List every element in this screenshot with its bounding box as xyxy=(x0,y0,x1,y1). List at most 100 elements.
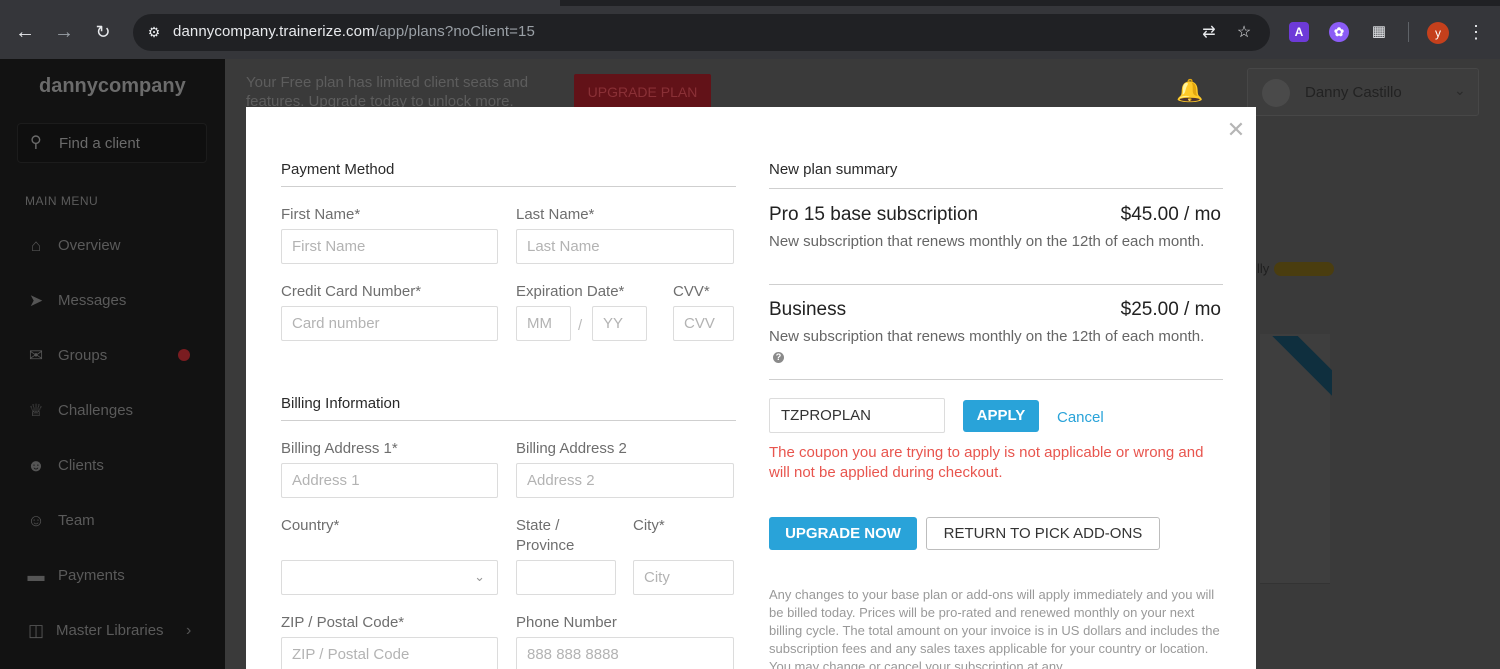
country-select[interactable]: ⌄ xyxy=(281,560,498,595)
address1-label: Billing Address 1* xyxy=(281,440,398,457)
plan-summary-title: New plan summary xyxy=(769,161,898,178)
return-to-add-ons-button[interactable]: RETURN TO PICK ADD-ONS xyxy=(926,517,1160,550)
state-field[interactable] xyxy=(516,560,616,595)
free-plan-banner: Your Free plan has limited client seats … xyxy=(246,74,529,110)
chevron-down-icon: ⌄ xyxy=(1454,82,1466,98)
user-menu[interactable]: Danny Castillo ⌄ xyxy=(1247,68,1479,116)
sidebar-item-label: Challenges xyxy=(58,402,134,419)
info-icon[interactable]: ? xyxy=(773,352,784,363)
active-tab[interactable] xyxy=(0,0,560,6)
avatar xyxy=(1262,79,1290,107)
trophy-icon: ♕ xyxy=(28,401,44,420)
section-divider xyxy=(281,420,736,421)
bell-icon[interactable]: 🔔 xyxy=(1176,78,1203,104)
summary-item-description-text: New subscription that renews monthly on … xyxy=(769,328,1205,345)
coupon-error-message: The coupon you are trying to apply is no… xyxy=(769,444,1204,481)
sidebar-item-clients[interactable]: ☻ Clients xyxy=(25,454,205,478)
first-name-field[interactable]: First Name xyxy=(281,229,498,264)
zip-field[interactable]: ZIP / Postal Code xyxy=(281,637,498,669)
sidebar-item-label: Overview xyxy=(58,237,121,254)
sidebar-item-messages[interactable]: ➤ Messages xyxy=(25,289,205,313)
chat-icon: ✉ xyxy=(28,346,44,365)
chevron-down-icon: ⌄ xyxy=(474,569,485,584)
sidebar-item-team[interactable]: ☺ Team xyxy=(25,509,205,533)
url-path: /app/plans?noClient=15 xyxy=(374,23,535,40)
apply-coupon-button[interactable]: APPLY xyxy=(963,400,1039,432)
phone-placeholder: 888 888 8888 xyxy=(527,646,619,663)
summary-item-name: Pro 15 base subscription xyxy=(769,204,979,225)
expiration-year-placeholder: YY xyxy=(603,315,624,332)
city-label: City* xyxy=(633,517,665,534)
profile-avatar[interactable]: y xyxy=(1427,22,1449,44)
sidebar-item-label: Clients xyxy=(58,457,104,474)
expiration-month-placeholder: MM xyxy=(527,315,552,332)
summary-item-price: $45.00 / mo xyxy=(1120,204,1221,225)
card-icon: ▬ xyxy=(27,566,45,585)
address-bar[interactable]: ⚙ dannycompany.trainerize.com/app/plans?… xyxy=(133,14,1270,51)
country-label: Country* xyxy=(281,517,340,534)
user-name: Danny Castillo xyxy=(1305,84,1402,101)
payment-method-title: Payment Method xyxy=(281,161,395,178)
browser-toolbar: ← → ↻ ⚙ dannycompany.trainerize.com/app/… xyxy=(0,0,1500,64)
last-name-field[interactable]: Last Name xyxy=(516,229,734,264)
last-name-label: Last Name* xyxy=(516,206,595,223)
cvv-field[interactable]: CVV xyxy=(673,306,734,341)
card-number-label: Credit Card Number* xyxy=(281,283,422,300)
phone-label: Phone Number xyxy=(516,614,617,631)
phone-field[interactable]: 888 888 8888 xyxy=(516,637,734,669)
site-info-icon[interactable]: ⚙ xyxy=(145,23,163,41)
person-icon: ☺ xyxy=(27,511,45,530)
find-client-search[interactable]: ⚲ Find a client xyxy=(17,123,207,163)
sidebar-item-challenges[interactable]: ♕ Challenges xyxy=(25,399,205,423)
zip-label: ZIP / Postal Code* xyxy=(281,614,405,631)
translate-icon[interactable]: ⇄ xyxy=(1199,23,1219,43)
section-divider xyxy=(769,284,1223,285)
sidebar-item-master-libraries[interactable]: ◫ Master Libraries xyxy=(25,619,205,643)
sidebar-item-payments[interactable]: ▬ Payments xyxy=(25,564,205,588)
main-menu-label: MAIN MENU xyxy=(25,194,99,208)
extensions-puzzle-icon[interactable]: ▦ xyxy=(1369,22,1389,42)
upgrade-plan-button[interactable]: UPGRADE PLAN xyxy=(574,74,711,110)
expiration-month-field[interactable]: MM xyxy=(516,306,571,341)
forward-icon[interactable]: → xyxy=(51,19,77,45)
chevron-right-icon[interactable]: › xyxy=(186,622,191,640)
background-text-fragment: lly xyxy=(1257,261,1270,276)
back-icon[interactable]: ← xyxy=(12,19,38,45)
reload-icon[interactable]: ↻ xyxy=(90,19,116,45)
section-divider xyxy=(769,379,1223,380)
url-text[interactable]: dannycompany.trainerize.com/app/plans?no… xyxy=(173,23,535,40)
summary-item-description: New subscription that renews monthly on … xyxy=(769,327,1209,367)
first-name-placeholder: First Name xyxy=(292,238,366,255)
extension-a-icon[interactable]: A xyxy=(1289,22,1309,42)
expiration-year-field[interactable]: YY xyxy=(592,306,647,341)
cvv-label: CVV* xyxy=(673,283,710,300)
section-divider xyxy=(281,186,736,187)
close-icon[interactable]: ✕ xyxy=(1225,119,1247,141)
summary-item-description: New subscription that renews monthly on … xyxy=(769,233,1205,250)
send-icon: ➤ xyxy=(28,291,44,310)
find-client-placeholder: Find a client xyxy=(59,135,140,152)
summary-item-name: Business xyxy=(769,299,847,320)
address2-placeholder: Address 2 xyxy=(527,472,595,489)
groups-notification-dot xyxy=(178,349,190,361)
brand-logo[interactable]: dannycompany xyxy=(39,75,186,98)
search-icon: ⚲ xyxy=(30,134,42,151)
bookmark-star-icon[interactable]: ☆ xyxy=(1234,23,1254,43)
upgrade-now-button[interactable]: UPGRADE NOW xyxy=(769,517,917,550)
coupon-field[interactable]: TZPROPLAN xyxy=(769,398,945,433)
extension-swirl-icon[interactable]: ✿ xyxy=(1329,22,1349,42)
card-number-field[interactable]: Card number xyxy=(281,306,498,341)
address1-field[interactable]: Address 1 xyxy=(281,463,498,498)
city-field[interactable]: City xyxy=(633,560,734,595)
best-value-ribbon xyxy=(1262,336,1332,396)
home-icon: ⌂ xyxy=(30,236,42,255)
save-badge xyxy=(1274,262,1334,276)
browser-menu-icon[interactable]: ⋮ xyxy=(1466,20,1486,44)
sidebar-item-overview[interactable]: ⌂ Overview xyxy=(25,234,205,258)
address2-field[interactable]: Address 2 xyxy=(516,463,734,498)
users-icon: ☻ xyxy=(27,456,45,475)
city-placeholder: City xyxy=(644,569,670,586)
cvv-placeholder: CVV xyxy=(684,315,715,332)
summary-item-price: $25.00 / mo xyxy=(1120,299,1221,320)
cancel-coupon-link[interactable]: Cancel xyxy=(1057,409,1104,426)
